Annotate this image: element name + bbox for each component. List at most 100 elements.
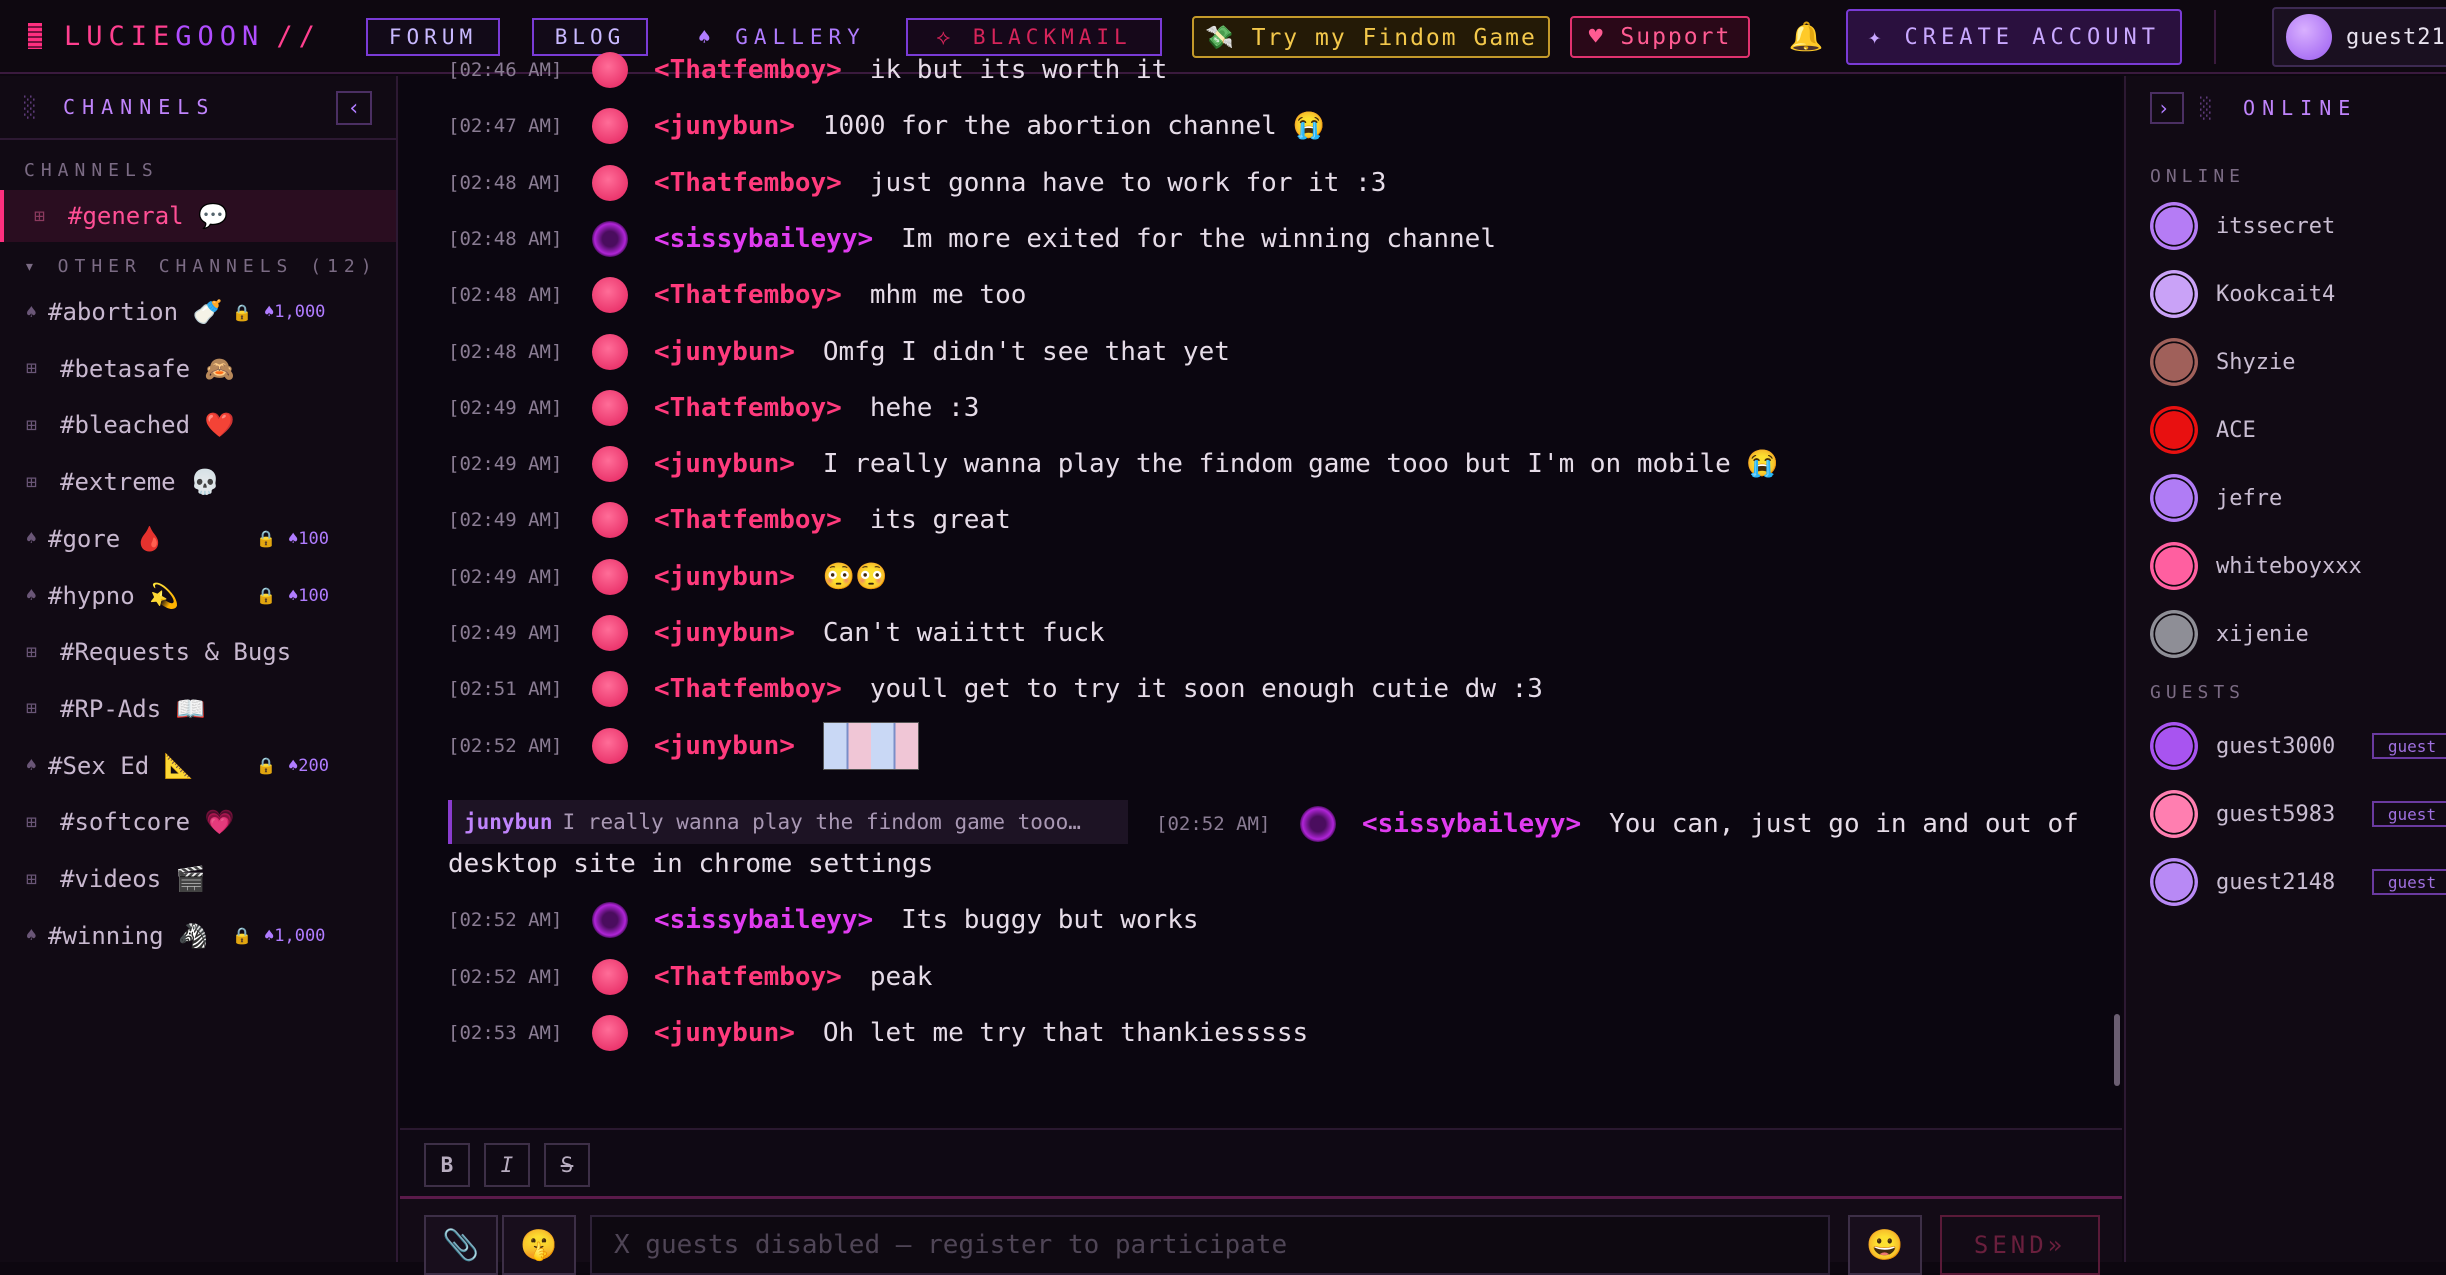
message-nick[interactable]: <Thatfemboy> [654,505,842,535]
message-image-attachment[interactable] [822,721,919,770]
message-avatar[interactable] [592,902,628,938]
message-avatar[interactable] [592,164,628,201]
online-user-item[interactable]: itssecret [2150,200,2440,252]
collapse-sidebar-button[interactable]: ‹ [336,91,372,125]
chat-scrollbar-thumb[interactable] [2114,1014,2120,1086]
message-nick[interactable]: <junybun> [654,562,795,592]
message-nick[interactable]: <Thatfemboy> [654,393,842,423]
user-name: Shyzie [2216,349,2296,375]
online-user-item[interactable]: Kookcait4 [2150,268,2440,320]
user-avatar [2150,542,2198,590]
channel-item[interactable]: ♠ #abortion 🍼 🔒 ♠1,000 [0,286,396,338]
message-nick[interactable]: <junybun> [654,731,795,761]
channel-item[interactable]: ♠ #hypno 💫 🔒 ♠100 [0,570,396,622]
channel-item[interactable]: ⊞ #betasafe 🙈 [0,343,396,395]
message-avatar[interactable] [592,277,628,314]
message-nick[interactable]: <junybun> [654,618,795,648]
channel-item[interactable]: ♠ #winning 🦓 🔒 ♠1,000 [0,910,396,962]
message-avatar[interactable] [592,671,628,708]
channel-item[interactable]: ⊞ #extreme 💀 [0,456,396,508]
user-name: jefre [2216,485,2283,511]
online-user-item[interactable]: jefre [2150,472,2440,524]
message-timestamp: [02:49 AM] [448,509,563,532]
message-timestamp: [02:52 AM] [1156,813,1271,835]
online-user-item[interactable]: xijenie [2150,608,2440,660]
italic-button[interactable]: I [484,1143,530,1187]
channel-item[interactable]: ♠ #Sex Ed 📐 🔒 ♠200 [0,740,396,792]
strikethrough-button[interactable]: S [544,1143,590,1187]
message-nick[interactable]: <junybun> [654,337,795,367]
emoji-icon[interactable]: 😀 [1848,1215,1922,1275]
guest-user-item[interactable]: guest3000 guest [2150,720,2446,772]
user-avatar [2150,474,2198,522]
message-avatar[interactable] [592,52,628,88]
channel-item[interactable]: ⊞ #softcore 💗 [0,796,396,848]
user-menu[interactable]: guest21 [2272,7,2446,67]
chat-message: [02:48 AM] <junybun> Omfg I didn't see tha… [448,332,1230,372]
message-input[interactable]: X guests disabled — register to particip… [590,1215,1830,1275]
message-avatar[interactable] [592,333,628,370]
channel-name: #extreme 💀 [60,468,220,497]
notification-bell-icon[interactable]: 🔔 [1786,16,1826,56]
message-nick[interactable]: <Thatfemboy> [654,674,842,704]
guest-badge: guest [2372,801,2446,827]
channel-item[interactable]: ⊞ #videos 🎬 [0,853,396,905]
message-avatar[interactable] [1300,806,1336,842]
message-avatar[interactable] [592,958,628,995]
send-button[interactable]: SEND» [1940,1215,2100,1275]
message-nick[interactable]: <junybun> [654,1018,795,1048]
section-label-other-channels[interactable]: ▾ OTHER CHANNELS (12) [24,256,378,277]
message-avatar[interactable] [592,502,628,539]
message-nick[interactable]: <junybun> [654,111,795,141]
site-logo[interactable]: LUCIE GOON // [28,21,321,52]
message-nick[interactable]: <Thatfemboy> [654,55,842,85]
attach-icon[interactable]: 📎 [424,1215,498,1275]
message-timestamp: [02:49 AM] [448,453,563,476]
channel-item[interactable]: ⊞ #RP-Ads 📖 [0,683,396,735]
online-user-item[interactable]: whiteboyxxx [2150,540,2440,592]
message-nick[interactable]: <Thatfemboy> [654,280,842,310]
channel-hash-icon: ⊞ [26,641,37,663]
channel-item[interactable]: ⊞ #bleached ❤️ [0,399,396,451]
guest-user-item[interactable]: guest2148 guest [2150,856,2446,908]
message-avatar[interactable] [592,558,628,595]
spade-icon: ♠ [26,301,37,323]
message-nick[interactable]: <sissybaileyy> [654,224,873,254]
lock-icon: 🔒 [232,302,252,322]
section-label-online: ONLINE [2150,166,2246,187]
message-avatar[interactable] [592,727,628,764]
bold-button[interactable]: B [424,1143,470,1187]
create-account-button[interactable]: ✦ CREATE ACCOUNT [1846,9,2182,65]
message-nick[interactable]: <sissybaileyy> [654,905,873,935]
message-avatar[interactable] [592,446,628,483]
guest-user-item[interactable]: guest5983 guest [2150,788,2446,840]
message-timestamp: [02:48 AM] [448,284,563,307]
message-avatar[interactable] [592,615,628,651]
message-text: I really wanna play the findom game tooo… [822,449,1779,480]
user-name: xijenie [2216,621,2309,647]
message-avatar[interactable] [592,220,628,257]
message-nick[interactable]: <junybun> [654,449,795,479]
message-avatar[interactable] [592,108,628,145]
format-toolbar: B I S [400,1128,2122,1198]
support-button[interactable]: ♥ Support [1570,16,1750,58]
channel-item[interactable]: ⊞ #Requests & Bugs [0,626,396,678]
channel-item[interactable]: ♠ #gore 🩸 🔒 ♠100 [0,513,396,565]
channel-hash-icon: ⊞ [26,414,37,436]
message-nick[interactable]: <Thatfemboy> [654,962,842,992]
reply-quote[interactable]: junybun I really wanna play the findom g… [448,800,1128,844]
findom-game-button[interactable]: 💸 Try my Findom Game [1192,16,1550,58]
message-text: its great [869,505,1011,536]
message-timestamp: [02:49 AM] [448,622,563,644]
online-user-item[interactable]: ACE [2150,404,2440,456]
message-nick[interactable]: <Thatfemboy> [654,168,842,198]
chat-message: [02:49 AM] <junybun> Can't waiittt fuck [448,613,1105,653]
message-avatar[interactable] [592,389,628,426]
user-name: itssecret [2216,213,2336,239]
emoji-picker-small-icon[interactable]: 🤫 [502,1215,576,1275]
collapse-online-button[interactable]: › [2150,92,2184,124]
online-user-item[interactable]: Shyzie [2150,336,2440,388]
message-nick[interactable]: <sissybaileyy> [1362,809,1581,839]
channel-item-general[interactable]: ⊞ #general 💬 [0,190,396,242]
message-avatar[interactable] [592,1015,628,1051]
